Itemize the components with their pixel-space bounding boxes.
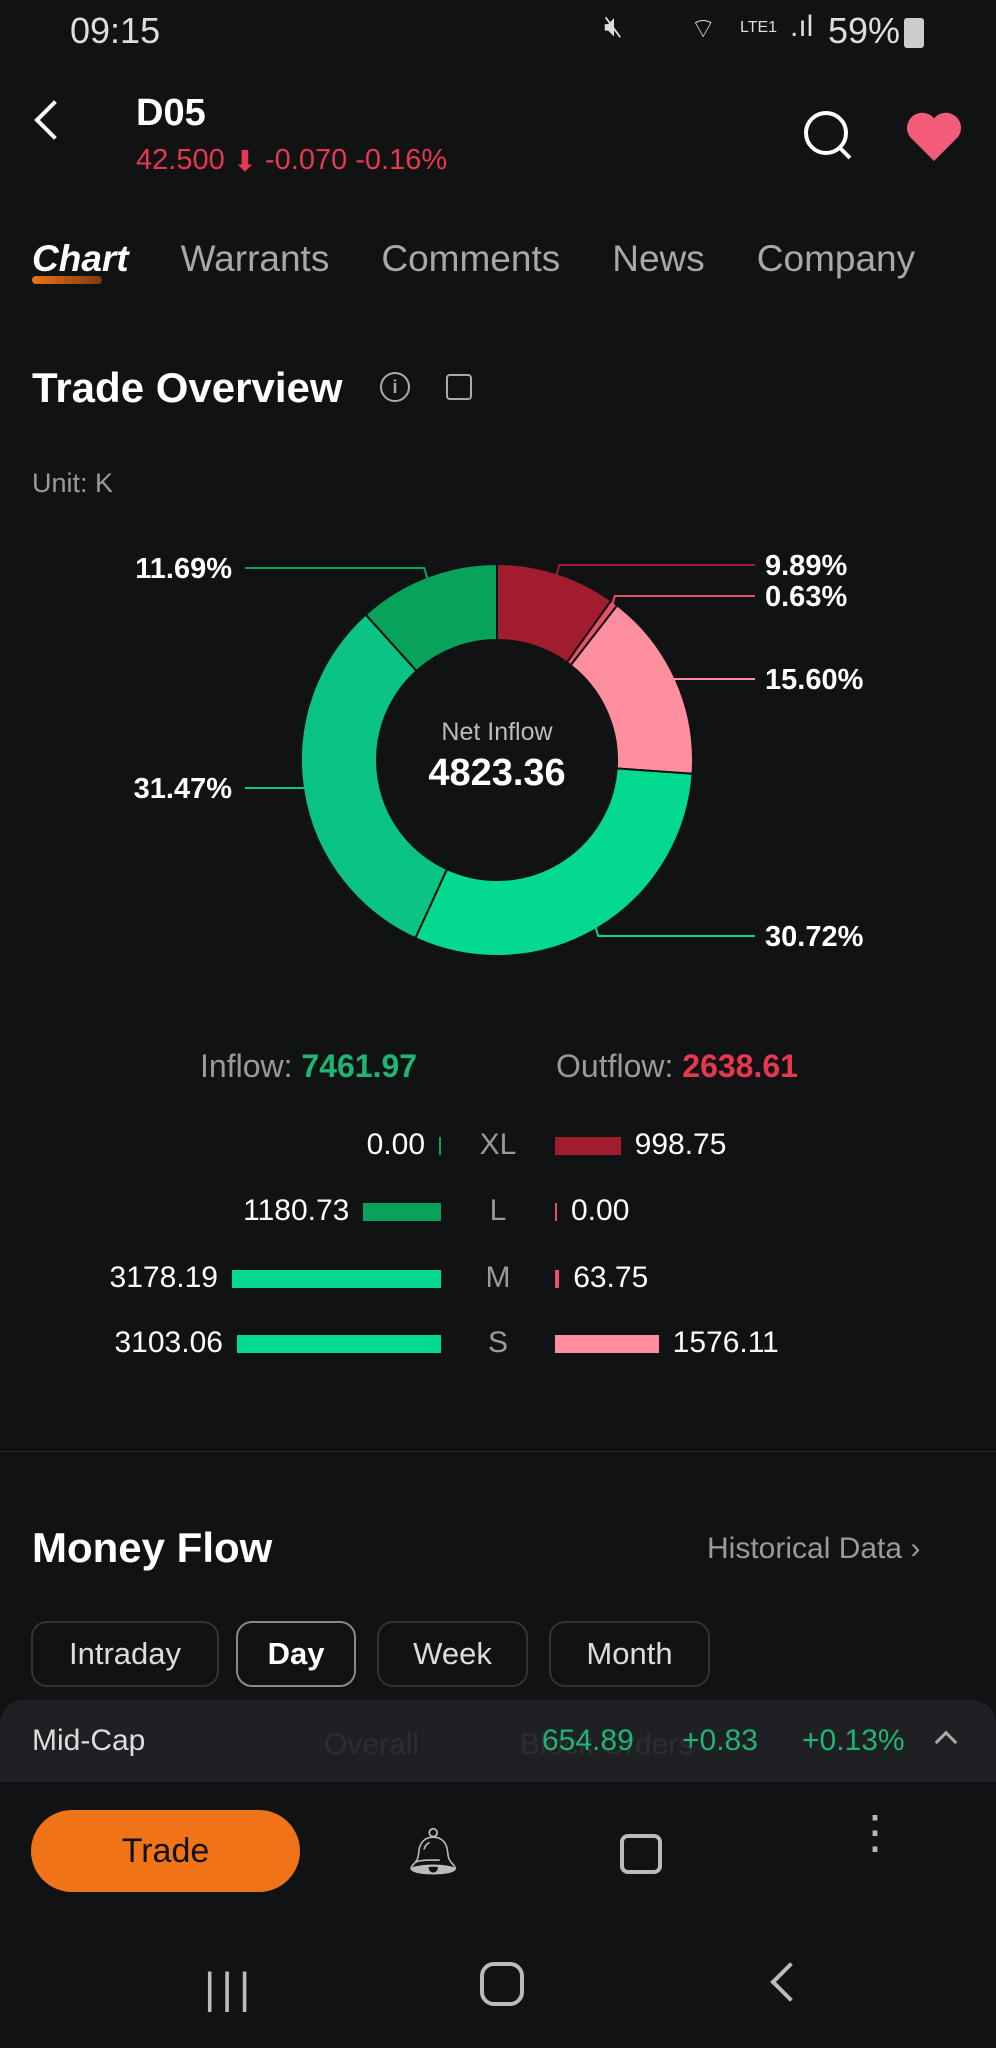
slice-label: 11.69% xyxy=(135,553,232,585)
inflow-amount: 3103.06 xyxy=(114,1326,223,1359)
battery-percent: 59% xyxy=(828,10,901,51)
size-label: XL xyxy=(479,1128,517,1161)
index-name: Mid-Cap xyxy=(32,1724,146,1757)
leader-line xyxy=(671,678,755,683)
tab-news[interactable]: News xyxy=(612,238,705,280)
share-icon[interactable] xyxy=(446,374,472,400)
mute-icon: 🔇︎ xyxy=(604,10,623,43)
share-icon-bottom[interactable] xyxy=(620,1834,662,1874)
outflow-amount: 0.00 xyxy=(571,1194,630,1227)
status-time: 09:15 xyxy=(70,10,161,51)
tab-bar: Chart Warrants Comments News Company xyxy=(32,238,915,284)
trade-button[interactable]: Trade xyxy=(31,1810,300,1892)
net-inflow-value: 4823.36 xyxy=(428,752,566,794)
outflow-amount: 1576.11 xyxy=(672,1326,779,1359)
size-label: M xyxy=(485,1261,511,1294)
outflow-amount: 63.75 xyxy=(573,1261,649,1294)
stock-symbol: D05 xyxy=(136,92,206,134)
stock-price: 42.500 ⬇ -0.070 -0.16% xyxy=(136,144,447,179)
historical-data-link[interactable]: Historical Data › xyxy=(707,1532,920,1566)
historical-data-label: Historical Data xyxy=(707,1532,903,1565)
tab-overall-behind: Overall xyxy=(324,1728,420,1761)
inflow-bar xyxy=(236,1335,441,1353)
price-value: 42.500 xyxy=(136,144,225,176)
outflow-label: Outflow: xyxy=(556,1048,674,1084)
wifi-icon: ⌔ xyxy=(690,13,717,44)
back-button[interactable] xyxy=(34,100,74,140)
chevron-up-icon[interactable] xyxy=(934,1730,958,1754)
outflow-amount: 998.75 xyxy=(634,1128,727,1161)
tab-warrants[interactable]: Warrants xyxy=(181,238,330,280)
signal-icon: .ıl xyxy=(790,10,814,43)
leader-line xyxy=(245,787,309,790)
battery-icon xyxy=(904,18,924,48)
leader-line xyxy=(610,595,755,607)
slice-label: 0.63% xyxy=(765,581,847,613)
period-month[interactable]: Month xyxy=(549,1621,710,1687)
tab-company[interactable]: Company xyxy=(757,238,915,280)
tab-chart[interactable]: Chart xyxy=(32,238,129,284)
index-change: +0.83 xyxy=(682,1724,758,1757)
inflow-bar xyxy=(439,1137,441,1155)
unit-label: Unit: K xyxy=(32,468,114,498)
period-intraday[interactable]: Intraday xyxy=(31,1621,219,1687)
status-bar: 09:15 🔇︎ ⌔ LTE1 .ıl 59% xyxy=(0,10,996,54)
size-label: S xyxy=(487,1326,508,1359)
divider xyxy=(0,1451,996,1452)
slice-label: 9.89% xyxy=(765,550,847,582)
outflow-summary: Outflow: 2638.61 xyxy=(556,1048,798,1085)
price-change-pct: -0.16% xyxy=(355,144,448,176)
alert-bell-icon[interactable]: 🔔︎ xyxy=(404,1824,462,1879)
slice-label: 30.72% xyxy=(765,921,864,953)
system-nav-bar: ||| xyxy=(0,1940,996,2048)
outflow-value: 2638.61 xyxy=(682,1048,798,1084)
outflow-bar xyxy=(555,1335,659,1353)
info-icon[interactable]: i xyxy=(380,372,410,402)
inflow-summary: Inflow: 7461.97 xyxy=(200,1048,417,1085)
money-flow-title: Money Flow xyxy=(32,1524,273,1571)
slice-label: 31.47% xyxy=(134,773,233,805)
price-change: -0.070 xyxy=(265,144,348,176)
inflow-amount: 3178.19 xyxy=(109,1261,218,1294)
slice-label: 15.60% xyxy=(765,664,864,696)
system-back-icon[interactable] xyxy=(770,1962,810,2002)
inflow-amount: 0.00 xyxy=(366,1128,425,1161)
index-change-pct: +0.13% xyxy=(802,1724,905,1757)
inflow-value: 7461.97 xyxy=(301,1048,418,1084)
chevron-right-icon: › xyxy=(910,1532,921,1565)
flow-row-l: 1180.73 L 0.00 xyxy=(0,1192,996,1232)
inflow-bar xyxy=(232,1270,441,1288)
index-ticker-bar[interactable]: Mid-Cap Overall Block Orders 654.89 +0.8… xyxy=(0,1700,996,1782)
outflow-bar xyxy=(555,1203,557,1221)
outflow-bar xyxy=(555,1137,621,1155)
trade-overview-title: Trade Overview xyxy=(32,364,343,411)
favorite-heart-icon[interactable] xyxy=(904,108,964,164)
index-value: 654.89 xyxy=(542,1724,634,1757)
net-inflow-label: Net Inflow xyxy=(441,718,553,746)
flow-row-xl: 0.00 XL 998.75 xyxy=(0,1126,996,1166)
inflow-amount: 1180.73 xyxy=(243,1194,350,1227)
search-icon[interactable] xyxy=(800,108,856,164)
leader-line xyxy=(245,567,430,582)
tab-comments[interactable]: Comments xyxy=(381,238,560,280)
leader-line xyxy=(593,924,755,937)
donut-slice xyxy=(414,767,694,957)
more-icon[interactable]: ⋮ xyxy=(852,1809,898,1855)
inflow-bar xyxy=(363,1203,441,1221)
period-day[interactable]: Day xyxy=(236,1621,356,1687)
home-icon[interactable] xyxy=(480,1962,524,2006)
leader-line xyxy=(554,564,755,578)
down-arrow-icon: ⬇ xyxy=(232,146,258,178)
inflow-label: Inflow: xyxy=(200,1048,293,1084)
size-label: L xyxy=(489,1194,507,1227)
flow-row-m: 3178.19 M 63.75 xyxy=(0,1259,996,1299)
network-label: LTE1 xyxy=(740,19,778,36)
flow-row-s: 3103.06 S 1576.11 xyxy=(0,1324,996,1364)
recent-apps-icon[interactable]: ||| xyxy=(204,1964,256,2014)
period-week[interactable]: Week xyxy=(377,1621,528,1687)
outflow-bar xyxy=(555,1270,560,1288)
